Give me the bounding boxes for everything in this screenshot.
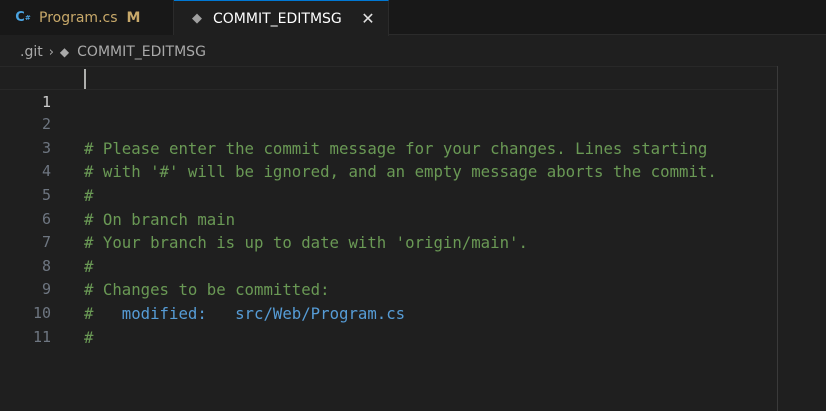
line-text: # [84,327,94,347]
git-icon: ◆ [192,11,202,26]
chevron-right-icon: › [48,44,54,60]
tab-label: Program.cs [39,9,118,26]
editor-line[interactable]: 6 # Your branch is up to date with 'orig… [0,184,826,253]
editor-line[interactable]: 1 [0,66,778,111]
editor-line[interactable]: 8 # Changes to be committed: [0,231,826,300]
tab-label: COMMIT_EDITMSG [213,10,342,27]
editor-line[interactable]: 2 # Please enter the commit message for … [0,90,826,158]
breadcrumb: .git › ◆ COMMIT_EDITMSG [0,41,826,63]
editor-line[interactable]: 10 # [0,278,826,347]
text-cursor [84,69,86,89]
editor-line[interactable]: 4 # [0,137,826,205]
close-icon[interactable]: ✕ [358,9,378,29]
editor-line[interactable]: 5 # On branch main [0,160,826,229]
editor-line[interactable]: 3 # with '#' will be ignored, and an emp… [0,113,826,182]
tab-bar: C # Program.cs M ◆ COMMIT_EDITMSG ✕ [0,0,826,36]
breadcrumb-file[interactable]: COMMIT_EDITMSG [77,44,206,60]
modified-status-badge: M [126,9,141,26]
editor-ruler [777,66,778,411]
line-number: 11 [32,327,51,346]
editor-line[interactable]: 9 # modified: src/Web/Program.cs [0,255,826,323]
editor-line[interactable]: 7 # [0,208,826,276]
tab-commit-editmsg[interactable]: ◆ COMMIT_EDITMSG ✕ [174,0,389,36]
text-editor[interactable]: 1 2 # Please enter the commit message fo… [0,66,826,411]
csharp-file-icon: C # [15,10,31,25]
git-file-icon: ◆ [59,45,70,59]
editor-line[interactable]: 11 [0,302,826,346]
tab-program-cs[interactable]: C # Program.cs M [0,0,174,35]
breadcrumb-folder[interactable]: .git [0,44,43,60]
